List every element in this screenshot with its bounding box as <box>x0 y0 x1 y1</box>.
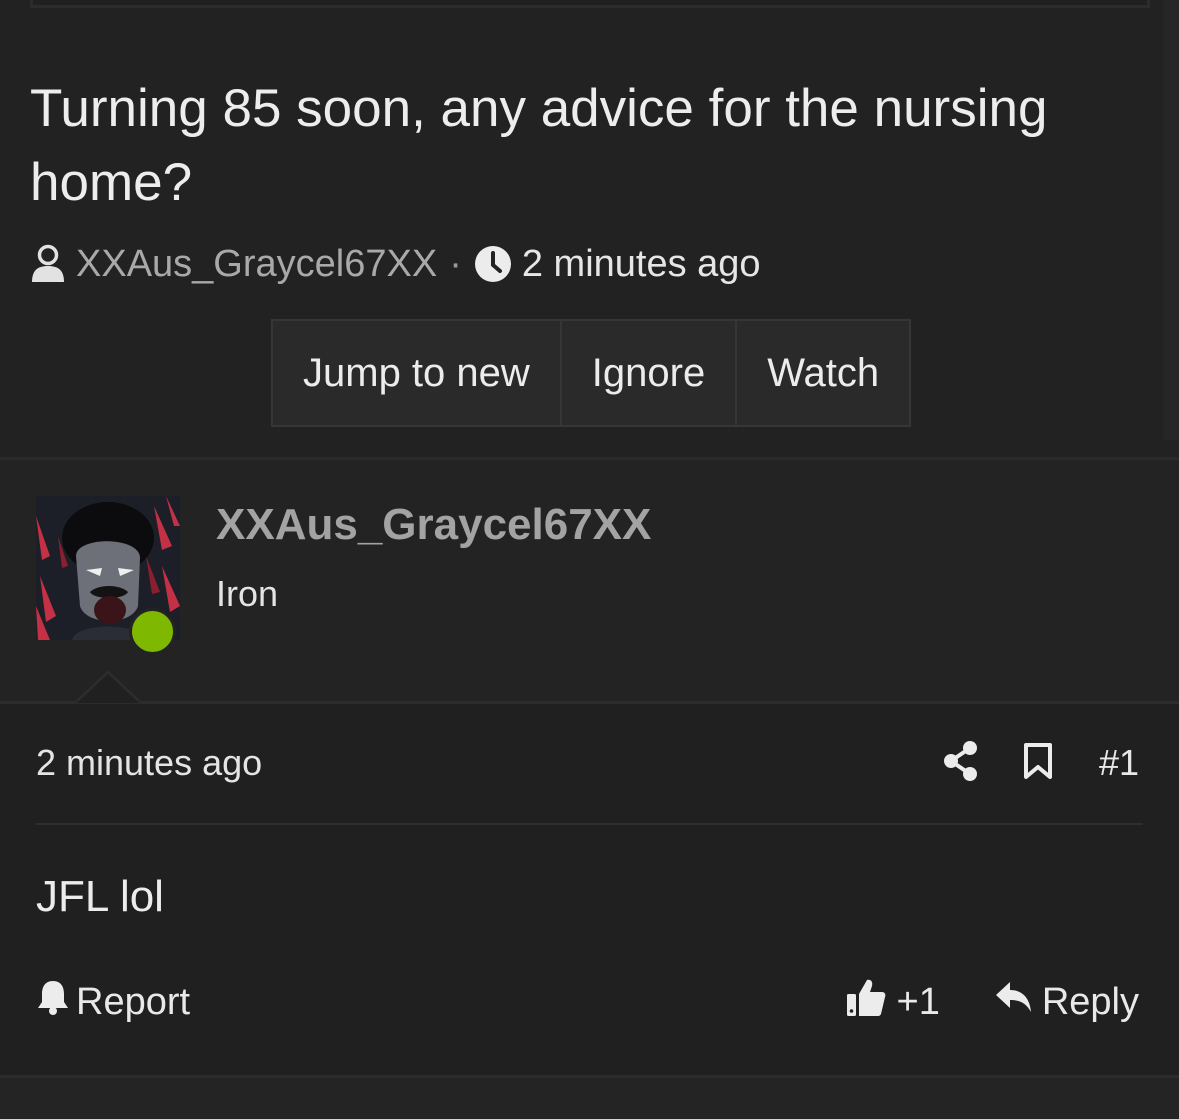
user-title: Iron <box>216 573 279 614</box>
thread-meta: XXAus_Graycel67XX · 2 minutes ago <box>30 238 761 290</box>
thread-title: Turning 85 soon, any advice for the nurs… <box>30 79 1048 212</box>
thread-author-link[interactable]: XXAus_Graycel67XX <box>76 243 437 286</box>
post-number-link[interactable]: #1 <box>1099 742 1139 784</box>
thumbs-up-icon <box>845 976 887 1028</box>
ignore-button[interactable]: Ignore <box>562 321 738 425</box>
jump-to-new-button[interactable]: Jump to new <box>273 321 562 425</box>
reply-icon <box>994 980 1034 1024</box>
thread-actions: Jump to new Ignore Watch <box>271 319 912 427</box>
reply-label: Reply <box>1041 980 1139 1023</box>
bell-icon <box>36 978 70 1026</box>
like-count: +1 <box>896 980 940 1023</box>
post: 2 minutes ago #1 JFL lol Report +1 Reply <box>0 704 1179 1076</box>
post-username[interactable]: XXAus_Graycel67XX <box>216 500 651 550</box>
share-icon[interactable] <box>943 740 979 786</box>
bookmark-icon[interactable] <box>1023 742 1053 785</box>
post-footer: Report +1 Reply <box>36 976 1139 1028</box>
post-divider <box>36 823 1143 825</box>
reply-button[interactable]: Reply <box>994 980 1139 1024</box>
report-label: Report <box>76 980 191 1023</box>
thread-header: Turning 85 soon, any advice for the nurs… <box>0 0 1179 458</box>
post-author-block: XXAus_Graycel67XX Iron <box>0 460 1179 702</box>
next-post-edge <box>0 1078 1179 1119</box>
user-icon <box>30 244 66 284</box>
meta-separator: · <box>449 242 462 285</box>
like-button[interactable]: +1 <box>845 976 940 1028</box>
post-body: JFL lol <box>36 872 164 921</box>
clock-icon <box>474 245 512 283</box>
post-header-actions: #1 <box>899 740 1139 786</box>
watch-button[interactable]: Watch <box>737 321 909 425</box>
online-status-indicator <box>129 608 176 655</box>
post-pointer-arrow-fill <box>77 674 139 703</box>
report-button[interactable]: Report <box>36 978 190 1026</box>
post-time-link[interactable]: 2 minutes ago <box>36 742 262 784</box>
thread-time-link[interactable]: 2 minutes ago <box>522 243 761 286</box>
